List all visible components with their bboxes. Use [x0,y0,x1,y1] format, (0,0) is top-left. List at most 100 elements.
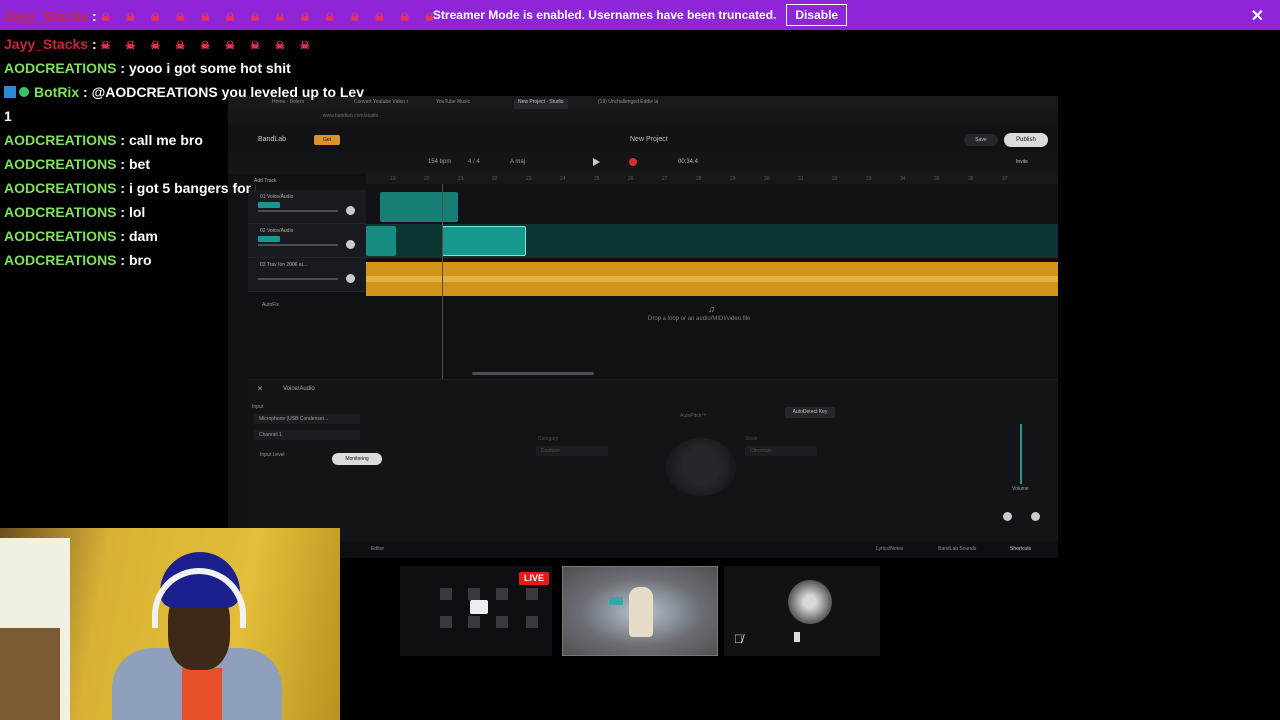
bandlab-sounds-tab[interactable]: BandLab Sounds [938,546,976,552]
audio-clip[interactable] [366,226,396,256]
track-lane-audio[interactable] [366,262,1058,296]
ruler-tick: 36 [968,176,974,182]
scale-select[interactable]: Chromatic [745,446,817,456]
pan-knob[interactable] [1003,512,1012,521]
track-lane[interactable] [366,224,1058,258]
thumbnail-object [609,597,623,605]
ruler-tick: 32 [832,176,838,182]
ruler-tick: 27 [662,176,668,182]
chat-text: dam [128,228,158,244]
browser-tab[interactable]: YouTube Music [436,99,470,109]
save-button[interactable]: Save [964,134,998,146]
pan-knob[interactable] [346,274,355,283]
volume-fader[interactable] [258,278,338,280]
project-title[interactable]: New Project [630,136,668,143]
editor-tab[interactable]: Editor [371,546,384,552]
disable-streamer-mode-button[interactable]: Disable [786,4,848,26]
webcam-person-undershirt [182,668,222,720]
bot-badge-icon [4,86,16,98]
monitoring-toggle[interactable]: Monitoring [332,453,382,465]
chat-message: Jayy_Stacks : ☠ ☠ ☠ ☠ ☠ ☠ ☠ ☠ ☠ [4,32,364,56]
horizontal-scrollbar[interactable] [472,372,594,375]
chat-username: Jayy_Stacks [4,8,89,24]
ruler-tick: 23 [526,176,532,182]
ruler-tick: 25 [594,176,600,182]
stream-thumbnail[interactable] [562,566,718,656]
chat-separator: : [116,228,129,244]
tempo-display[interactable]: 154 bpm [428,159,451,165]
track-lane[interactable] [366,190,1058,224]
stream-overlay: Streamer Mode is enabled. Usernames have… [0,0,1280,720]
chat-separator: : [116,180,129,196]
ruler-tick: 21 [458,176,464,182]
play-icon[interactable] [593,158,600,166]
ruler-tick: 20 [424,176,430,182]
thumbnail-tile [526,616,538,628]
shortcuts-tab[interactable]: Shortcuts [1010,546,1031,552]
channel-select[interactable]: Channel 1 [254,430,360,440]
thumbnail-tile [440,588,452,600]
autopitch-label: AutoPitch™ [680,413,707,419]
publish-button[interactable]: Publish [1004,133,1048,147]
thumbnail-tile [496,588,508,600]
daw-bottom-bar: Editor Lyrics/Notes BandLab Sounds Short… [248,541,1058,558]
lyrics-notes-tab[interactable]: Lyrics/Notes [876,546,903,552]
chat-username: AODCREATIONS [4,156,117,172]
category-select[interactable]: Duotune [536,446,608,456]
reverb-knob[interactable] [1031,512,1040,521]
chat-separator: : [116,156,129,172]
input-device-select[interactable]: Microphone (USB Condenser... [254,414,360,424]
ruler-tick: 28 [696,176,702,182]
chat-message: AODCREATIONS : bro [4,248,364,272]
drop-hint: Drop a loop or an audio/MIDI/video file [648,316,751,322]
close-icon[interactable]: ✕ [1251,6,1264,26]
scale-label: Scale [745,436,758,442]
waveform [366,276,1058,282]
ruler-tick: 31 [798,176,804,182]
chat-username: AODCREATIONS [4,180,117,196]
chat-text: i got 5 bangers for u [128,180,256,196]
ruler-tick: 29 [730,176,736,182]
ruler-tick: 34 [900,176,906,182]
chat-message: AODCREATIONS : lol [4,200,364,224]
thumbnail-person [629,587,653,637]
key-display[interactable]: A maj [510,159,525,165]
close-icon[interactable]: ✕ [257,385,263,393]
browser-tab-active[interactable]: New Project - Studio [514,99,568,109]
audio-clip[interactable] [380,192,458,222]
chat-separator: : [79,84,92,100]
chat-message: AODCREATIONS : yooo i got some hot shit [4,56,364,80]
chat-text: 1 [4,108,12,124]
chat-username: BotRix [34,84,80,100]
autopitch-dial[interactable] [666,438,736,496]
webcam-cabinet [0,628,60,720]
audio-clip-selected[interactable] [442,226,526,256]
webcam-feed [0,528,340,720]
chat-text: call me bro [128,132,203,148]
ruler-tick: 33 [866,176,872,182]
thumbnail-object [794,632,800,642]
chat-separator: : [88,36,101,52]
thumbnail-tile [468,588,480,600]
chat-message: AODCREATIONS : bet [4,152,364,176]
live-badge: LIVE [519,572,549,585]
track-editor-panel: ✕ Voice/Audio Input Microphone (USB Cond… [248,379,1058,541]
volume-slider[interactable] [1020,424,1022,484]
autofix-label[interactable]: AutoFix [262,302,279,308]
chat-text: @AODCREATIONS you leveled up to Level [91,84,364,100]
streamer-mode-message: Streamer Mode is enabled. Usernames have… [432,8,777,22]
stream-thumbnail[interactable]: 🎙̸ [724,566,880,656]
chat-message: AODCREATIONS : dam [4,224,364,248]
playhead[interactable] [442,184,443,379]
thumbnail-tile [496,616,508,628]
chat-message: BotRix : @AODCREATIONS you leveled up to… [4,80,364,104]
thumbnail-tile [526,588,538,600]
timeline-ruler[interactable]: 19 20 21 22 23 24 25 26 27 28 29 30 31 3… [366,174,1058,184]
invite-button[interactable]: Invite [1016,159,1028,165]
autodetect-key-button[interactable]: AutoDetect Key [785,407,835,418]
record-icon[interactable] [629,158,637,166]
chat-text: lol [128,204,146,220]
time-signature[interactable]: 4 / 4 [468,159,480,165]
browser-tab[interactable]: (19) Unchallenged Eddie la [598,99,658,109]
chat-message: AODCREATIONS : call me bro [4,128,364,152]
